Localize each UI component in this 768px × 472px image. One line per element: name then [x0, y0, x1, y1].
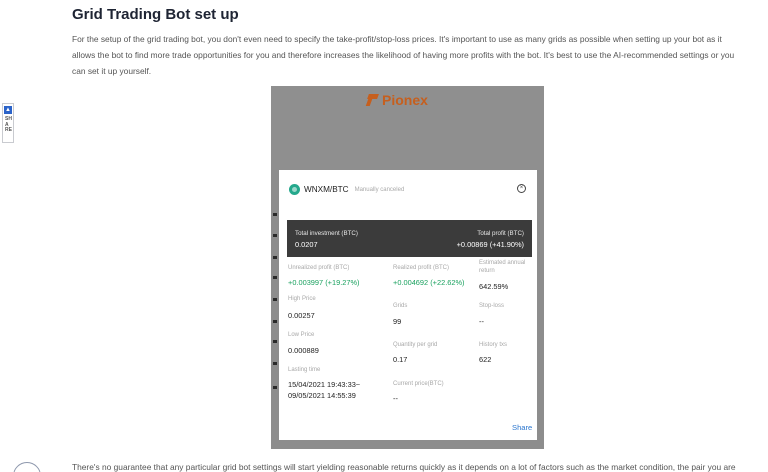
- share-sidebar-button[interactable]: ▲ SHARE: [2, 103, 14, 143]
- close-icon[interactable]: ×: [517, 184, 526, 193]
- history-txs-value: 622: [479, 355, 492, 364]
- summary-bar: Total investment (BTC) 0.0207 Total prof…: [287, 220, 532, 257]
- realized-profit-label: Realized profit (BTC): [393, 265, 450, 271]
- app-header: Pionex: [271, 86, 544, 170]
- high-price-label: High Price: [288, 296, 316, 302]
- bot-status: Manually canceled: [354, 186, 405, 193]
- total-investment-value: 0.0207: [295, 240, 318, 249]
- grids-value: 99: [393, 317, 402, 326]
- brand-name: Pionex: [382, 92, 428, 108]
- pionex-logo: Pionex: [367, 92, 428, 108]
- share-tab-label: SHARE: [5, 116, 12, 134]
- annual-return-label: Estimated annual return: [479, 260, 526, 274]
- trading-pair: WNXM/BTC: [304, 185, 349, 194]
- history-txs-label: History txs: [479, 342, 508, 348]
- app-screenshot: Pionex WNXM/BTC Manually canceled × Tota…: [271, 86, 544, 449]
- background-text-fragment: [273, 276, 277, 279]
- background-text-fragment: [273, 340, 277, 343]
- circle-badge-icon: [13, 462, 41, 472]
- low-price-value: 0.000889: [288, 346, 319, 355]
- coin-icon: [289, 184, 300, 195]
- bot-details-dialog: WNXM/BTC Manually canceled × Total inves…: [279, 170, 537, 440]
- article-paragraph: For the setup of the grid trading bot, y…: [72, 34, 735, 76]
- background-text-fragment: [273, 213, 277, 216]
- current-price-label: Current price(BTC): [393, 381, 444, 387]
- share-logo-icon: ▲: [4, 106, 12, 114]
- lasting-time-end: 09/05/2021 14:55:39: [288, 391, 356, 400]
- low-price-label: Low Price: [288, 332, 315, 338]
- unrealized-profit-value: +0.003997 (+19.27%): [288, 278, 360, 287]
- total-profit-value: +0.00869 (+41.90%): [456, 240, 524, 249]
- current-price-value: --: [393, 394, 398, 403]
- annual-return-value: 642.59%: [479, 282, 509, 291]
- share-link[interactable]: Share: [512, 423, 532, 432]
- background-text-fragment: [273, 234, 277, 237]
- realized-profit-value: +0.004692 (+22.62%): [393, 278, 465, 287]
- article-paragraph: There's no guarantee that any particular…: [72, 462, 736, 472]
- background-text-fragment: [273, 386, 277, 389]
- stop-loss-value: --: [479, 317, 484, 326]
- article-title: Grid Trading Bot set up: [72, 6, 239, 23]
- stop-loss-label: Stop-loss: [479, 303, 505, 309]
- quantity-per-grid-label: Quantity per grid: [393, 342, 438, 348]
- lasting-time-label: Lasting time: [288, 367, 321, 373]
- quantity-per-grid-value: 0.17: [393, 355, 408, 364]
- background-text-fragment: [273, 320, 277, 323]
- lasting-time-start: 15/04/2021 19:43:33~: [288, 380, 361, 389]
- total-investment-label: Total investment (BTC): [295, 230, 358, 237]
- background-text-fragment: [273, 256, 277, 259]
- grids-label: Grids: [393, 303, 408, 309]
- background-text-fragment: [273, 362, 277, 365]
- background-text-fragment: [273, 298, 277, 301]
- total-profit-label: Total profit (BTC): [477, 230, 524, 237]
- pionex-logo-icon: [367, 94, 379, 106]
- unrealized-profit-label: Unrealized profit (BTC): [288, 265, 350, 271]
- dialog-header: WNXM/BTC Manually canceled: [289, 184, 404, 195]
- high-price-value: 0.00257: [288, 311, 315, 320]
